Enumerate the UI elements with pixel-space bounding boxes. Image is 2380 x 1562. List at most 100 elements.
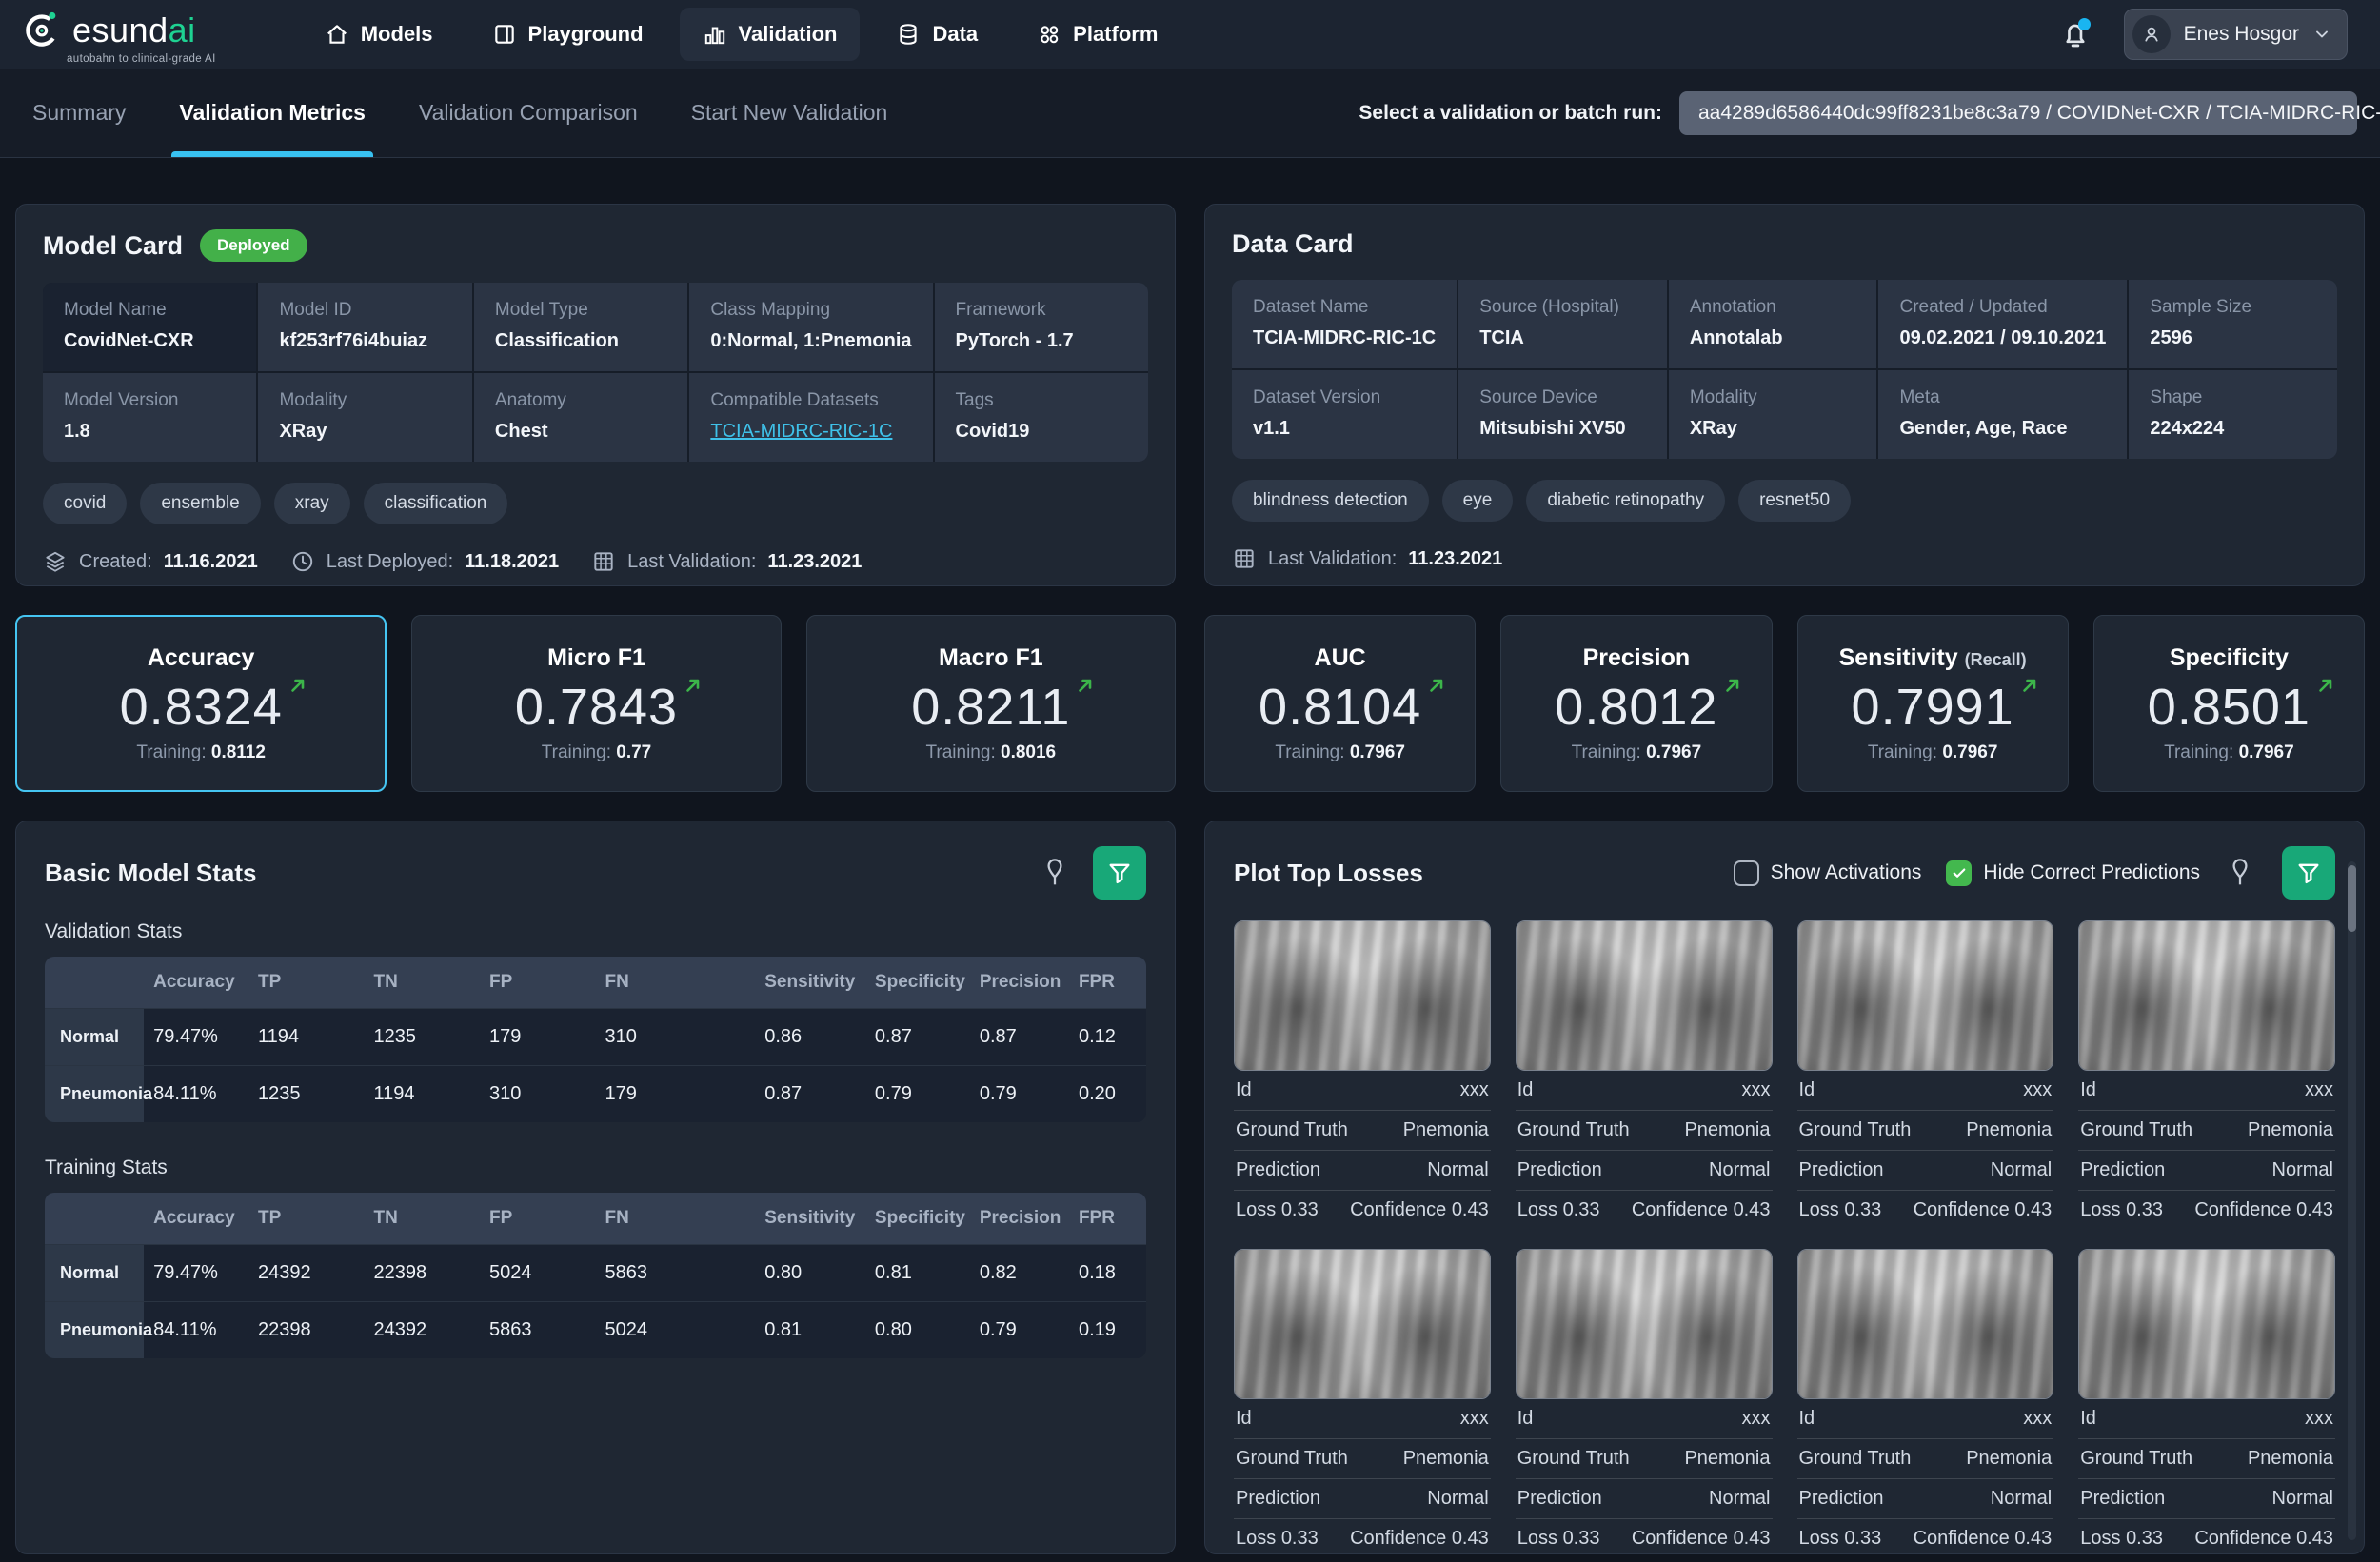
hide-correct-predictions-checkbox[interactable]: Hide Correct Predictions xyxy=(1946,860,2200,886)
xray-image[interactable] xyxy=(1797,1249,2054,1399)
chevron-down-icon xyxy=(2312,25,2331,44)
metric-training: Training: 0.77 xyxy=(542,742,651,763)
metric-value: 0.7991 xyxy=(1852,682,2014,733)
validation-tabs: Summary Validation Metrics Validation Comp… xyxy=(32,69,887,157)
scrollbar-thumb[interactable] xyxy=(2348,865,2356,932)
nav-item-playground[interactable]: Playground xyxy=(469,8,666,61)
tag-pill[interactable]: resnet50 xyxy=(1738,480,1851,522)
brand-logo[interactable]: esundai autobahn to clinical-grade AI xyxy=(21,5,216,65)
field-label: Model Name xyxy=(64,300,235,321)
stats-column-header: TN xyxy=(365,957,480,1008)
tab-start-new-validation[interactable]: Start New Validation xyxy=(691,69,888,157)
metric-title: Specificity xyxy=(2170,644,2289,672)
tag-pill[interactable]: blindness detection xyxy=(1232,480,1429,522)
scrollbar-track[interactable] xyxy=(2348,861,2356,1540)
metric-card-sensitivity[interactable]: Sensitivity (Recall)0.7991Training: 0.79… xyxy=(1797,615,2069,792)
stat-cell: 5024 xyxy=(595,1301,755,1358)
dataset-link[interactable]: TCIA-MIDRC-RIC-1C xyxy=(710,421,892,442)
show-activations-label: Show Activations xyxy=(1771,861,1922,884)
tag-pill[interactable]: xray xyxy=(274,483,350,524)
tab-summary[interactable]: Summary xyxy=(32,69,126,157)
xray-image[interactable] xyxy=(2078,920,2335,1071)
avatar xyxy=(2132,15,2171,53)
notifications-bell-icon[interactable] xyxy=(2059,18,2092,50)
field-value: v1.1 xyxy=(1253,418,1436,440)
metric-card-accuracy[interactable]: Accuracy0.8324Training: 0.8112 xyxy=(15,615,387,792)
stat-cell: 5863 xyxy=(595,1244,755,1301)
data-card-title: Data Card xyxy=(1232,229,1354,259)
stat-cell: 84.11% xyxy=(144,1065,248,1122)
tag-pill[interactable]: ensemble xyxy=(140,483,260,524)
stat-cell: 84.11% xyxy=(144,1301,248,1358)
filter-button[interactable] xyxy=(2282,846,2335,900)
model-card-tags: covid ensemble xray classification xyxy=(43,483,1148,524)
xray-image[interactable] xyxy=(2078,1249,2335,1399)
nav-item-data[interactable]: Data xyxy=(873,8,1001,61)
stats-column-header: Accuracy xyxy=(144,957,248,1008)
stat-cell: 310 xyxy=(480,1065,595,1122)
metric-value: 0.7843 xyxy=(515,682,678,733)
stat-cell: 0.19 xyxy=(1069,1301,1146,1358)
layers-icon xyxy=(43,549,68,574)
data-card-fields: Dataset NameTCIA-MIDRC-RIC-1CSource (Hos… xyxy=(1232,280,2337,459)
xray-image[interactable] xyxy=(1516,920,1773,1071)
tile-ground-truth-row: Ground TruthPnemonia xyxy=(1516,1111,1773,1151)
tag-pill[interactable]: eye xyxy=(1442,480,1514,522)
tile-id-row: Idxxx xyxy=(1516,1399,1773,1439)
tile-prediction-row: PredictionNormal xyxy=(1797,1151,2054,1191)
xray-image[interactable] xyxy=(1797,920,2054,1071)
pin-icon[interactable] xyxy=(2225,857,2257,889)
metric-card-macro-f1[interactable]: Macro F10.8211Training: 0.8016 xyxy=(806,615,1176,792)
stats-column-header: Specificity xyxy=(865,957,970,1008)
meta-last-deployed-: Last Deployed: 11.18.2021 xyxy=(290,549,559,574)
metric-card-precision[interactable]: Precision0.8012Training: 0.7967 xyxy=(1500,615,1772,792)
stats-column-header: TP xyxy=(248,1193,364,1244)
nav-item-platform[interactable]: Platform xyxy=(1014,8,1180,61)
top-navbar: esundai autobahn to clinical-grade AI Mo… xyxy=(0,0,2380,69)
xray-image[interactable] xyxy=(1234,1249,1491,1399)
metric-title: Sensitivity (Recall) xyxy=(1839,644,2027,672)
tile-ground-truth-row: Ground TruthPnemonia xyxy=(1234,1111,1491,1151)
field-anatomy: AnatomyChest xyxy=(474,373,687,462)
tag-pill[interactable]: classification xyxy=(364,483,508,524)
tab-validation-metrics[interactable]: Validation Metrics xyxy=(179,69,366,157)
field-value: TCIA-MIDRC-RIC-1C xyxy=(710,421,911,443)
field-shape: Shape224x224 xyxy=(2129,370,2337,459)
tile-ground-truth-row: Ground TruthPnemonia xyxy=(1797,1439,2054,1479)
nav-item-label: Playground xyxy=(528,22,644,47)
stat-cell: 0.18 xyxy=(1069,1244,1146,1301)
run-selector-dropdown[interactable]: aa4289d6586440dc99ff8231be8c3a79 / COVID… xyxy=(1679,91,2357,135)
tile-prediction-row: PredictionNormal xyxy=(1234,1151,1491,1191)
show-activations-checkbox[interactable]: Show Activations xyxy=(1734,860,1922,886)
nav-item-models[interactable]: Models xyxy=(302,8,456,61)
tile-prediction-row: PredictionNormal xyxy=(1516,1479,1773,1519)
metric-value: 0.8324 xyxy=(120,682,283,733)
tile-loss-confidence-row: Loss 0.33Confidence 0.43 xyxy=(2078,1191,2335,1230)
metric-card-micro-f1[interactable]: Micro F10.7843Training: 0.77 xyxy=(411,615,781,792)
tab-validation-comparison[interactable]: Validation Comparison xyxy=(419,69,638,157)
field-model-id: Model IDkf253rf76i4buiaz xyxy=(258,283,471,371)
field-modality: ModalityXRay xyxy=(1669,370,1877,459)
filter-button[interactable] xyxy=(1093,846,1146,900)
field-source-hospital-: Source (Hospital)TCIA xyxy=(1458,280,1667,368)
stat-cell: 0.87 xyxy=(755,1065,865,1122)
stats-table: AccuracyTPTNFPFNSensitivitySpecificityPr… xyxy=(45,957,1146,1122)
meta-last-validation-: Last Validation: 11.23.2021 xyxy=(1232,546,1502,571)
metric-card-auc[interactable]: AUC0.8104Training: 0.7967 xyxy=(1204,615,1476,792)
pin-icon[interactable] xyxy=(1040,857,1072,889)
xray-image[interactable] xyxy=(1234,920,1491,1071)
stat-cell: 0.81 xyxy=(865,1244,970,1301)
metric-card-specificity[interactable]: Specificity0.8501Training: 0.7967 xyxy=(2093,615,2365,792)
metric-value: 0.8104 xyxy=(1259,682,1421,733)
stat-cell: 5024 xyxy=(480,1244,595,1301)
nav-item-validation[interactable]: Validation xyxy=(680,8,861,61)
user-menu[interactable]: Enes Hosgor xyxy=(2124,9,2348,60)
xray-image[interactable] xyxy=(1516,1249,1773,1399)
tag-pill[interactable]: diabetic retinopathy xyxy=(1526,480,1725,522)
checkbox-icon xyxy=(1946,860,1972,886)
tile-ground-truth-row: Ground TruthPnemonia xyxy=(2078,1439,2335,1479)
field-label: Created / Updated xyxy=(1899,297,2106,318)
tile-id-row: Idxxx xyxy=(1234,1399,1491,1439)
tile-ground-truth-row: Ground TruthPnemonia xyxy=(1797,1111,2054,1151)
tag-pill[interactable]: covid xyxy=(43,483,127,524)
